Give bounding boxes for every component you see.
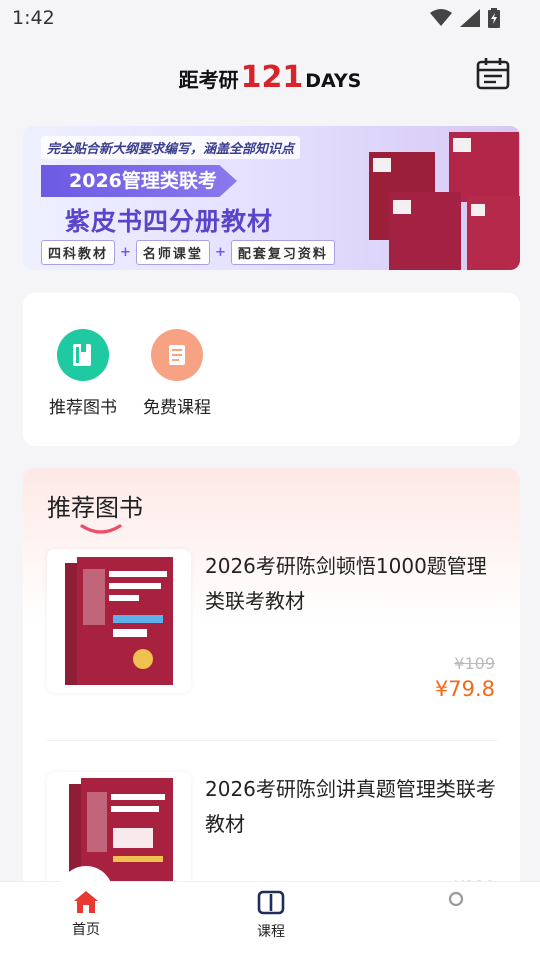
book-original-price: ¥109 [454, 654, 495, 673]
quick-link-label: 推荐图书 [49, 398, 117, 418]
wifi-icon [430, 9, 452, 26]
quick-link-label: 免费课程 [143, 398, 211, 418]
quick-link-recommended-books[interactable]: 推荐图书 [38, 329, 128, 418]
quick-links-card: 推荐图书 免费课程 [23, 293, 520, 446]
divider [47, 740, 497, 741]
section-title: 推荐图书 [47, 494, 143, 522]
status-icons [430, 8, 500, 28]
countdown-suffix: DAYS [305, 69, 362, 92]
book-cover-image [47, 549, 191, 693]
plus-sign: + [120, 245, 131, 260]
status-time: 1:42 [12, 7, 55, 29]
tab-label: 课程 [257, 924, 285, 940]
title-underline-decoration [80, 524, 122, 534]
tab-home[interactable]: 首页 [26, 890, 146, 939]
banner-tags: 四科教材 + 名师课堂 + 配套复习资料 [41, 240, 335, 265]
tab-courses[interactable]: 课程 [211, 890, 331, 941]
banner-tag: 名师课堂 [135, 240, 210, 265]
book-title: 2026考研陈剑顿悟1000题管理类联考教材 [205, 554, 487, 613]
countdown-title: 距考研 121 DAYS [179, 60, 362, 95]
status-bar: 1:42 [0, 0, 540, 36]
banner-tagline: 完全贴合新大纲要求编写，涵盖全部知识点 [41, 136, 301, 159]
tab-label: 首页 [72, 922, 100, 938]
signal-icon [460, 9, 480, 27]
countdown-prefix: 距考研 [178, 67, 239, 92]
recommended-books-section: 推荐图书 2026考研陈剑顿悟1000题管理类联考教材 ¥109 ¥79.8 2… [23, 468, 520, 908]
banner-pill: 2026管理类联考 [41, 165, 237, 197]
book-sale-price: ¥79.8 [434, 677, 495, 701]
bottom-tab-bar: 首页 课程 [0, 866, 540, 960]
banner-headline: 紫皮书四分册教材 [65, 207, 274, 236]
tab-profile[interactable] [396, 890, 516, 921]
book-icon [57, 329, 109, 381]
battery-icon [488, 8, 500, 28]
book-open-icon [257, 890, 285, 915]
book-title: 2026考研陈剑讲真题管理类联考教材 [205, 777, 496, 836]
book-stack-illustration [369, 132, 520, 270]
home-icon [74, 891, 98, 913]
quick-link-free-courses[interactable]: 免费课程 [132, 329, 222, 418]
countdown-days: 121 [240, 59, 304, 95]
calendar-icon[interactable] [476, 57, 510, 91]
plus-sign: + [214, 245, 226, 260]
banner-tag: 配套复习资料 [230, 240, 335, 265]
book-item[interactable]: 2026考研陈剑顿悟1000题管理类联考教材 ¥109 ¥79.8 [47, 549, 497, 759]
person-icon [448, 891, 464, 907]
document-icon [151, 329, 203, 381]
header: 距考研 121 DAYS [0, 44, 540, 110]
banner-tag: 四科教材 [41, 240, 116, 265]
promo-banner[interactable]: 完全贴合新大纲要求编写，涵盖全部知识点 2026管理类联考 紫皮书四分册教材 四… [23, 126, 520, 270]
